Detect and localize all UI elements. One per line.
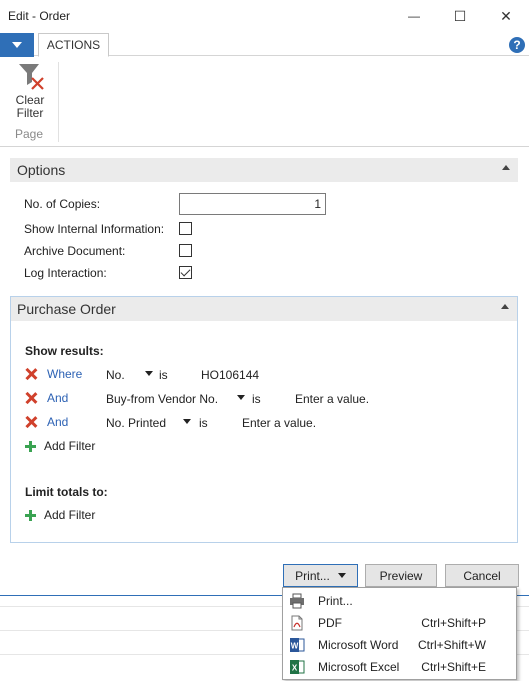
clear-filter-icon — [19, 64, 44, 90]
preview-button[interactable]: Preview — [365, 564, 437, 587]
filter-connector[interactable]: And — [47, 391, 68, 405]
menu-item-shortcut: Ctrl+Shift+E — [421, 660, 486, 674]
menu-item-label: Microsoft Excel — [318, 660, 400, 674]
menu-item-excel[interactable]: X Microsoft Excel Ctrl+Shift+E — [283, 656, 516, 678]
minimize-button[interactable]: — — [391, 0, 437, 32]
options-header[interactable]: Options — [10, 158, 518, 182]
menu-item-label: Print... — [318, 594, 353, 608]
show-internal-label: Show Internal Information: — [24, 222, 165, 236]
menu-item-word[interactable]: W Microsoft Word Ctrl+Shift+W — [283, 634, 516, 656]
ribbon-menu-button[interactable] — [0, 33, 34, 57]
help-icon[interactable]: ? — [509, 37, 525, 53]
add-filter-icon[interactable] — [25, 510, 36, 521]
clear-filter-button[interactable]: Clear Filter — [8, 60, 52, 126]
add-filter-link[interactable]: Add Filter — [44, 508, 95, 522]
log-interaction-label: Log Interaction: — [24, 266, 107, 280]
ribbon-body: Clear Filter Page — [0, 57, 529, 147]
filter-value[interactable]: HO106144 — [201, 368, 259, 382]
purchase-order-title: Purchase Order — [17, 301, 116, 317]
log-interaction-checkbox[interactable] — [179, 266, 192, 279]
svg-text:W: W — [291, 642, 299, 651]
ribbon-group-separator — [58, 62, 59, 142]
remove-filter-icon[interactable] — [25, 416, 37, 428]
filter-connector[interactable]: And — [47, 415, 68, 429]
menu-item-print[interactable]: Print... — [283, 590, 516, 612]
menu-item-label: PDF — [318, 616, 342, 630]
minimize-icon: — — [408, 9, 420, 23]
archive-document-checkbox[interactable] — [179, 244, 192, 257]
chevron-down-icon — [337, 573, 346, 578]
pdf-icon — [291, 615, 303, 631]
options-panel: Options No. of Copies: 1 Show Internal I… — [10, 158, 518, 288]
maximize-button[interactable]: ☐ — [437, 0, 483, 32]
close-button[interactable]: ✕ — [483, 0, 529, 32]
archive-document-label: Archive Document: — [24, 244, 126, 258]
word-icon: W — [290, 638, 305, 652]
options-title: Options — [17, 162, 66, 178]
print-button[interactable]: Print... — [283, 564, 358, 587]
ribbon-group-label: Page — [15, 127, 44, 141]
filter-field[interactable]: Buy-from Vendor No. — [106, 392, 218, 406]
menu-item-shortcut: Ctrl+Shift+W — [417, 638, 486, 652]
field-dropdown-icon[interactable] — [237, 395, 245, 400]
maximize-icon: ☐ — [453, 7, 467, 24]
filter-value[interactable]: Enter a value. — [242, 416, 316, 430]
cancel-button[interactable]: Cancel — [445, 564, 519, 587]
title-bar: Edit - Order — ☐ ✕ — [0, 0, 529, 32]
close-icon: ✕ — [500, 7, 512, 24]
field-dropdown-icon[interactable] — [145, 371, 153, 376]
filter-field[interactable]: No. Printed — [106, 416, 166, 430]
collapse-icon[interactable] — [501, 304, 509, 309]
remove-filter-icon[interactable] — [25, 368, 37, 380]
excel-icon: X — [290, 660, 305, 674]
limit-totals-label: Limit totals to: — [25, 485, 108, 499]
menu-item-label: Microsoft Word — [318, 638, 399, 652]
collapse-icon[interactable] — [502, 165, 510, 170]
purchase-order-panel: Purchase Order Show results: Where No. i… — [10, 296, 518, 543]
add-filter-link[interactable]: Add Filter — [44, 439, 95, 453]
filter-value[interactable]: Enter a value. — [295, 392, 369, 406]
menu-item-shortcut: Ctrl+Shift+P — [421, 616, 486, 630]
no-of-copies-label: No. of Copies: — [24, 197, 101, 211]
no-of-copies-input[interactable]: 1 — [179, 193, 326, 215]
tab-actions[interactable]: ACTIONS — [38, 33, 109, 57]
chevron-down-icon — [12, 42, 22, 48]
show-results-label: Show results: — [25, 344, 104, 358]
purchase-order-header[interactable]: Purchase Order — [11, 297, 517, 321]
print-dropdown-menu: Print... PDF Ctrl+Shift+P W Microsoft Wo… — [282, 587, 517, 680]
menu-item-pdf[interactable]: PDF Ctrl+Shift+P — [283, 612, 516, 634]
field-dropdown-icon[interactable] — [183, 419, 191, 424]
printer-icon — [290, 593, 304, 609]
filter-operator: is — [159, 368, 168, 382]
window-title: Edit - Order — [8, 9, 71, 23]
print-button-label: Print... — [295, 568, 330, 583]
add-filter-icon[interactable] — [25, 441, 36, 452]
svg-text:X: X — [292, 664, 298, 673]
show-internal-checkbox[interactable] — [179, 222, 192, 235]
filter-operator: is — [199, 416, 208, 430]
remove-filter-icon[interactable] — [25, 392, 37, 404]
filter-operator: is — [252, 392, 261, 406]
filter-field[interactable]: No. — [106, 368, 125, 382]
filter-connector[interactable]: Where — [47, 367, 82, 381]
clear-filter-label-2: Filter — [16, 106, 44, 120]
